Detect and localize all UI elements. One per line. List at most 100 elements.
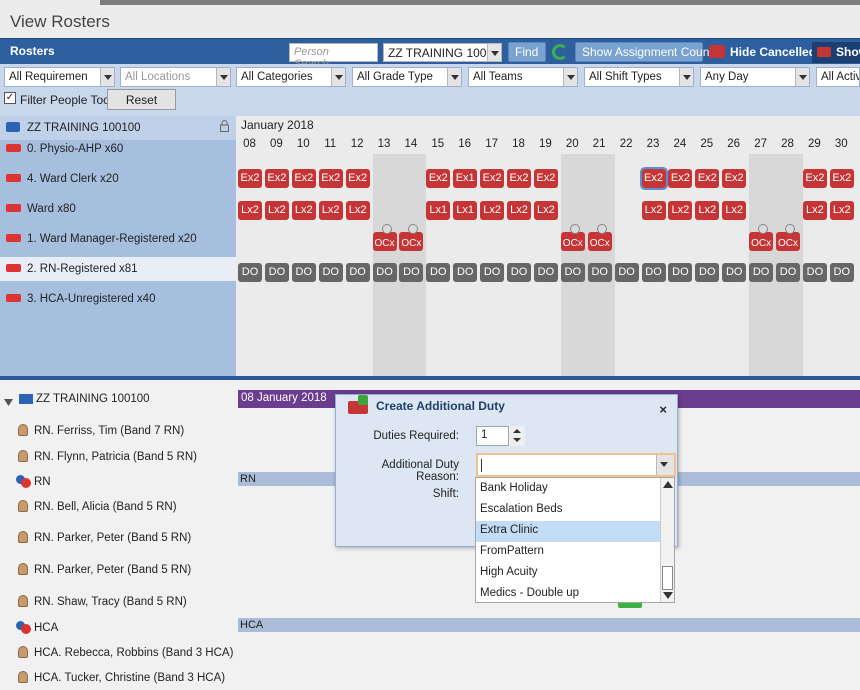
day-off-chip[interactable]: DO bbox=[695, 263, 720, 282]
requirement-row[interactable]: 1. Ward Manager-Registered x20 bbox=[0, 227, 236, 251]
day-off-chip[interactable]: DO bbox=[749, 263, 774, 282]
shift-chip[interactable]: Lx2 bbox=[264, 201, 289, 220]
day-off-chip[interactable]: DO bbox=[641, 263, 666, 282]
on-call-chip[interactable]: OCx bbox=[372, 224, 397, 251]
shift-chip[interactable]: Lx1 bbox=[453, 201, 478, 220]
filter-people-checkbox[interactable]: ✓ bbox=[4, 92, 16, 104]
day-off-chip[interactable]: DO bbox=[264, 263, 289, 282]
scroll-up-icon[interactable] bbox=[663, 481, 673, 488]
on-call-chip[interactable]: OCx bbox=[776, 224, 800, 251]
shift-chip[interactable]: Lx2 bbox=[291, 201, 316, 220]
shift-chip[interactable]: Ex2 bbox=[318, 169, 343, 188]
day-filter[interactable]: Any Day bbox=[700, 67, 810, 87]
day-off-chip[interactable]: DO bbox=[802, 263, 827, 282]
chevron-up-icon[interactable] bbox=[513, 429, 521, 433]
requirement-row[interactable]: 0. Physio-AHP x60 bbox=[0, 137, 236, 161]
person-row[interactable]: RN. Parker, Peter (Band 5 RN) bbox=[0, 557, 238, 582]
day-off-chip[interactable]: DO bbox=[533, 263, 558, 282]
requirements-filter[interactable]: All Requiremen bbox=[4, 67, 115, 87]
day-off-chip[interactable]: DO bbox=[776, 263, 800, 282]
unit-select[interactable]: ZZ TRAINING 10010 bbox=[383, 43, 502, 62]
chevron-down-icon[interactable] bbox=[656, 455, 674, 475]
reason-option[interactable]: High Acuity bbox=[476, 563, 662, 584]
shift-chip[interactable]: Ex2 bbox=[264, 169, 289, 188]
on-call-chip[interactable]: OCx bbox=[560, 224, 585, 251]
shift-chip[interactable]: Lx2 bbox=[238, 201, 262, 220]
reason-select[interactable] bbox=[476, 453, 676, 477]
day-off-chip[interactable]: DO bbox=[318, 263, 343, 282]
shift-chip[interactable]: Lx2 bbox=[722, 201, 747, 220]
reason-option[interactable]: Bank Holiday bbox=[476, 479, 662, 500]
requirement-row[interactable]: 4. Ward Clerk x20 bbox=[0, 167, 236, 191]
categories-filter[interactable]: All Categories bbox=[236, 67, 346, 87]
person-row[interactable]: RN. Shaw, Tracy (Band 5 RN) bbox=[0, 589, 238, 614]
day-off-chip[interactable]: DO bbox=[668, 263, 693, 282]
shift-chip[interactable]: Lx2 bbox=[533, 201, 558, 220]
requirement-row[interactable]: Ward x80 bbox=[0, 197, 236, 221]
shift-chip[interactable]: Lx2 bbox=[668, 201, 693, 220]
reason-option[interactable]: Extra Clinic bbox=[476, 521, 662, 542]
shift-chip[interactable]: Lx2 bbox=[802, 201, 827, 220]
day-off-chip[interactable]: DO bbox=[372, 263, 397, 282]
day-off-chip[interactable]: DO bbox=[722, 263, 747, 282]
shift-chip[interactable]: Ex2 bbox=[722, 169, 747, 188]
shift-chip[interactable]: Ex2 bbox=[238, 169, 262, 188]
shift-chip[interactable]: Ex2 bbox=[668, 169, 693, 188]
shift-types-filter[interactable]: All Shift Types bbox=[584, 67, 694, 87]
teams-filter[interactable]: All Teams bbox=[468, 67, 578, 87]
reason-option[interactable]: Escalation Beds bbox=[476, 500, 662, 521]
day-off-chip[interactable]: DO bbox=[426, 263, 451, 282]
requirement-row[interactable]: 3. HCA-Unregistered x40 bbox=[0, 287, 236, 311]
collapse-icon[interactable] bbox=[4, 395, 13, 406]
shift-chip[interactable]: Ex2 bbox=[829, 169, 854, 188]
person-row[interactable]: RN. Flynn, Patricia (Band 5 RN) bbox=[0, 444, 238, 469]
show-button[interactable]: Show bbox=[812, 42, 860, 63]
dropdown-scrollbar[interactable] bbox=[660, 478, 674, 602]
shift-chip[interactable]: Lx2 bbox=[480, 201, 505, 220]
shift-chip[interactable]: Ex2 bbox=[802, 169, 827, 188]
group-row[interactable]: RN bbox=[0, 469, 238, 494]
duties-stepper[interactable] bbox=[508, 426, 525, 446]
person-row[interactable]: RN. Parker, Peter (Band 5 RN) bbox=[0, 525, 238, 550]
on-call-chip[interactable]: OCx bbox=[749, 224, 774, 251]
reason-option[interactable]: FromPattern bbox=[476, 542, 662, 563]
shift-chip[interactable]: Lx2 bbox=[318, 201, 343, 220]
day-off-chip[interactable]: DO bbox=[480, 263, 505, 282]
shift-chip[interactable]: Ex2 bbox=[291, 169, 316, 188]
day-off-chip[interactable]: DO bbox=[829, 263, 854, 282]
shift-chip[interactable]: Ex2 bbox=[345, 169, 370, 188]
shift-chip[interactable]: Lx2 bbox=[695, 201, 720, 220]
chevron-down-icon[interactable] bbox=[513, 438, 521, 442]
person-row[interactable]: RN. Ferriss, Tim (Band 7 RN) bbox=[0, 418, 238, 443]
shift-chip[interactable]: Ex2 bbox=[639, 167, 668, 190]
close-icon[interactable]: × bbox=[659, 402, 667, 417]
shift-chip[interactable]: Ex2 bbox=[533, 169, 558, 188]
shift-chip[interactable]: Ex1 bbox=[453, 169, 478, 188]
shift-chip[interactable]: Lx2 bbox=[641, 201, 666, 220]
shift-chip[interactable]: Ex2 bbox=[695, 169, 720, 188]
person-row[interactable]: RN. Bell, Alicia (Band 5 RN) bbox=[0, 494, 238, 519]
find-button[interactable]: Find bbox=[508, 42, 546, 62]
show-assignment-count-button[interactable]: Show Assignment Count bbox=[575, 42, 713, 62]
refresh-icon[interactable] bbox=[552, 44, 568, 60]
day-off-chip[interactable]: DO bbox=[399, 263, 424, 282]
group-row[interactable]: HCA bbox=[0, 615, 238, 640]
day-off-chip[interactable]: DO bbox=[614, 263, 639, 282]
shift-chip[interactable]: Lx2 bbox=[507, 201, 531, 220]
day-off-chip[interactable]: DO bbox=[587, 263, 612, 282]
person-search-input[interactable]: Person Search... bbox=[289, 43, 378, 70]
lock-icon[interactable] bbox=[220, 120, 229, 132]
shift-chip[interactable]: Lx1 bbox=[426, 201, 451, 220]
day-off-chip[interactable]: DO bbox=[238, 263, 262, 282]
requirement-row-selected[interactable]: 2. RN-Registered x81 bbox=[0, 257, 236, 281]
active-filter[interactable]: All Activ bbox=[816, 67, 860, 87]
reason-option[interactable]: Medics - Double up bbox=[476, 584, 662, 605]
day-off-chip[interactable]: DO bbox=[560, 263, 585, 282]
shift-chip[interactable]: Ex2 bbox=[507, 169, 531, 188]
person-row[interactable]: HCA. Rebecca, Robbins (Band 3 HCA) bbox=[0, 640, 238, 665]
shift-chip[interactable]: Lx2 bbox=[829, 201, 854, 220]
grade-type-filter[interactable]: All Grade Type bbox=[352, 67, 462, 87]
day-off-chip[interactable]: DO bbox=[345, 263, 370, 282]
on-call-chip[interactable]: OCx bbox=[399, 224, 424, 251]
day-off-chip[interactable]: DO bbox=[507, 263, 531, 282]
